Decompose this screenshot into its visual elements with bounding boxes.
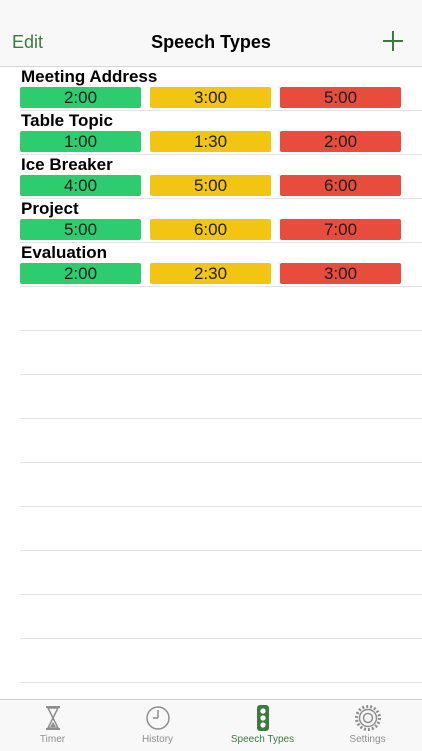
traffic-light-icon — [256, 705, 269, 731]
tab-label: Timer — [39, 734, 66, 745]
hourglass-icon — [45, 706, 60, 730]
empty-row-separator — [20, 506, 422, 507]
tab-label: Speech Types — [230, 734, 295, 745]
green-time-chip[interactable]: 1:00 — [20, 131, 141, 152]
red-time-chip[interactable]: 5:00 — [280, 87, 401, 108]
yellow-time-chip[interactable]: 5:00 — [150, 175, 271, 196]
empty-row-separator — [20, 462, 422, 463]
empty-row-separator — [20, 330, 422, 331]
empty-row-separator — [20, 682, 422, 683]
red-time-chip[interactable]: 6:00 — [280, 175, 401, 196]
empty-row-separator — [20, 418, 422, 419]
empty-row-separator — [20, 594, 422, 595]
speech-types-list: Meeting Address 2:00 3:00 5:00 Table Top… — [0, 67, 422, 698]
speech-type-name: Evaluation — [21, 243, 107, 262]
clock-icon — [145, 706, 170, 730]
list-item[interactable]: Ice Breaker 4:00 5:00 6:00 — [20, 155, 422, 199]
green-time-chip[interactable]: 4:00 — [20, 175, 141, 196]
empty-row-separator — [20, 638, 422, 639]
tab-bar: Timer History Speech Types Settings — [0, 699, 422, 751]
tab-timer[interactable]: Timer — [0, 704, 105, 750]
list-item[interactable]: Evaluation 2:00 2:30 3:00 — [20, 243, 422, 287]
yellow-time-chip[interactable]: 1:30 — [150, 131, 271, 152]
add-button[interactable] — [382, 30, 404, 52]
list-item[interactable]: Project 5:00 6:00 7:00 — [20, 199, 422, 243]
speech-type-name: Meeting Address — [21, 67, 158, 86]
gear-icon — [354, 705, 381, 731]
tab-label: History — [141, 734, 174, 745]
yellow-time-chip[interactable]: 2:30 — [150, 263, 271, 284]
red-time-chip[interactable]: 7:00 — [280, 219, 401, 240]
green-time-chip[interactable]: 5:00 — [20, 219, 141, 240]
red-time-chip[interactable]: 3:00 — [280, 263, 401, 284]
page-title: Speech Types — [151, 32, 271, 52]
list-item[interactable]: Meeting Address 2:00 3:00 5:00 — [20, 67, 422, 111]
plus-icon — [383, 31, 403, 51]
tab-speech-types[interactable]: Speech Types — [210, 704, 315, 750]
green-time-chip[interactable]: 2:00 — [20, 263, 141, 284]
tab-label: Settings — [349, 734, 386, 745]
tab-settings[interactable]: Settings — [315, 704, 420, 750]
speech-type-name: Ice Breaker — [21, 155, 113, 174]
yellow-time-chip[interactable]: 3:00 — [150, 87, 271, 108]
red-time-chip[interactable]: 2:00 — [280, 131, 401, 152]
navigation-bar: Edit Speech Types — [0, 0, 422, 67]
yellow-time-chip[interactable]: 6:00 — [150, 219, 271, 240]
empty-row-separator — [20, 550, 422, 551]
empty-row-separator — [20, 374, 422, 375]
list-item[interactable]: Table Topic 1:00 1:30 2:00 — [20, 111, 422, 155]
green-time-chip[interactable]: 2:00 — [20, 87, 141, 108]
tab-history[interactable]: History — [105, 704, 210, 750]
speech-type-name: Table Topic — [21, 111, 113, 130]
speech-type-name: Project — [21, 199, 79, 218]
